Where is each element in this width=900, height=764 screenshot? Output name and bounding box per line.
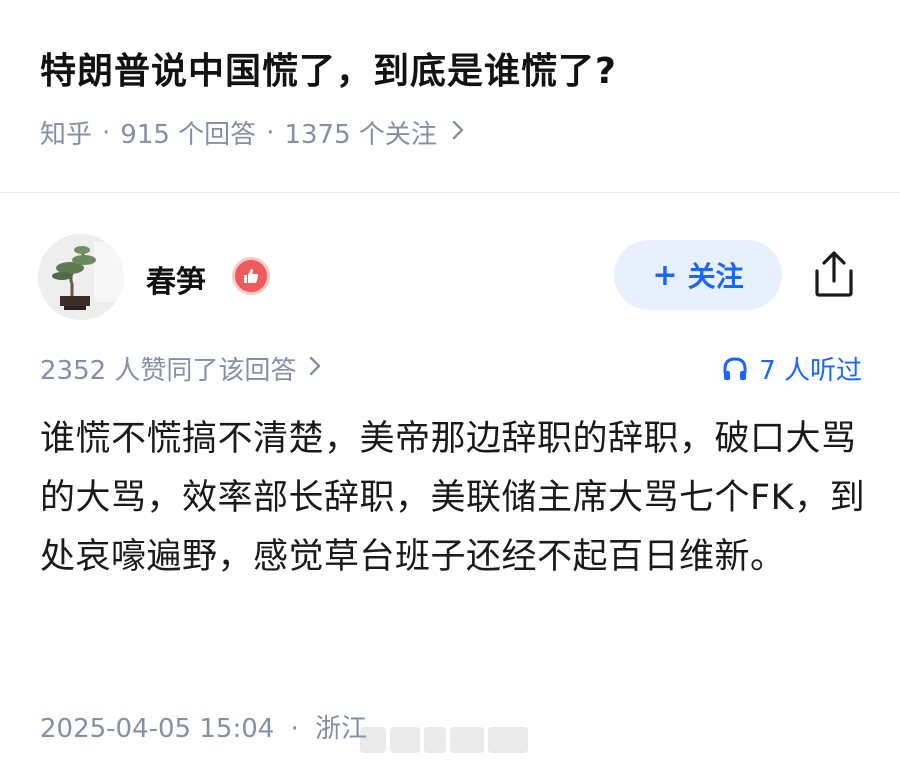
plus-icon: +: [652, 257, 678, 293]
author-name[interactable]: 春笋: [146, 257, 206, 301]
answer-text[interactable]: 谁慌不慌搞不清楚，美帝那边辞职的辞职，破口大骂的大骂，效率部长辞职，美联储主席大…: [40, 410, 870, 587]
vote-count: 2352 人赞同了该回答: [40, 356, 297, 386]
follow-label: 关注: [687, 260, 744, 293]
follow-count: 1375 个关注: [284, 120, 437, 150]
question-meta[interactable]: 知乎 · 915 个回答 · 1375 个关注: [40, 114, 465, 151]
listen-info[interactable]: 7 人听过: [721, 350, 862, 387]
section-divider: [0, 192, 900, 193]
source-label: 知乎: [40, 120, 93, 150]
chevron-right-icon: [308, 355, 322, 383]
thumbs-up-badge-icon: [232, 257, 270, 295]
separator-dot: ·: [266, 117, 275, 148]
headphones-icon: [721, 355, 749, 383]
chevron-right-icon: [451, 119, 465, 147]
question-title[interactable]: 特朗普说中国慌了，到底是谁慌了?: [40, 42, 617, 94]
watermark: [360, 722, 530, 758]
share-button[interactable]: [806, 248, 862, 304]
separator-dot: ·: [290, 714, 299, 744]
listen-count: 7 人听过: [759, 356, 862, 386]
share-icon: [811, 249, 857, 303]
answer-footer: 2025-04-05 15:04 · 浙江: [40, 708, 367, 745]
avatar[interactable]: [38, 234, 124, 320]
vote-info[interactable]: 2352 人赞同了该回答: [40, 350, 322, 387]
follow-button[interactable]: + 关注: [614, 240, 782, 310]
separator-dot: ·: [102, 117, 111, 148]
answer-count: 915 个回答: [120, 120, 257, 150]
answer-date: 2025-04-05 15:04: [40, 714, 275, 744]
